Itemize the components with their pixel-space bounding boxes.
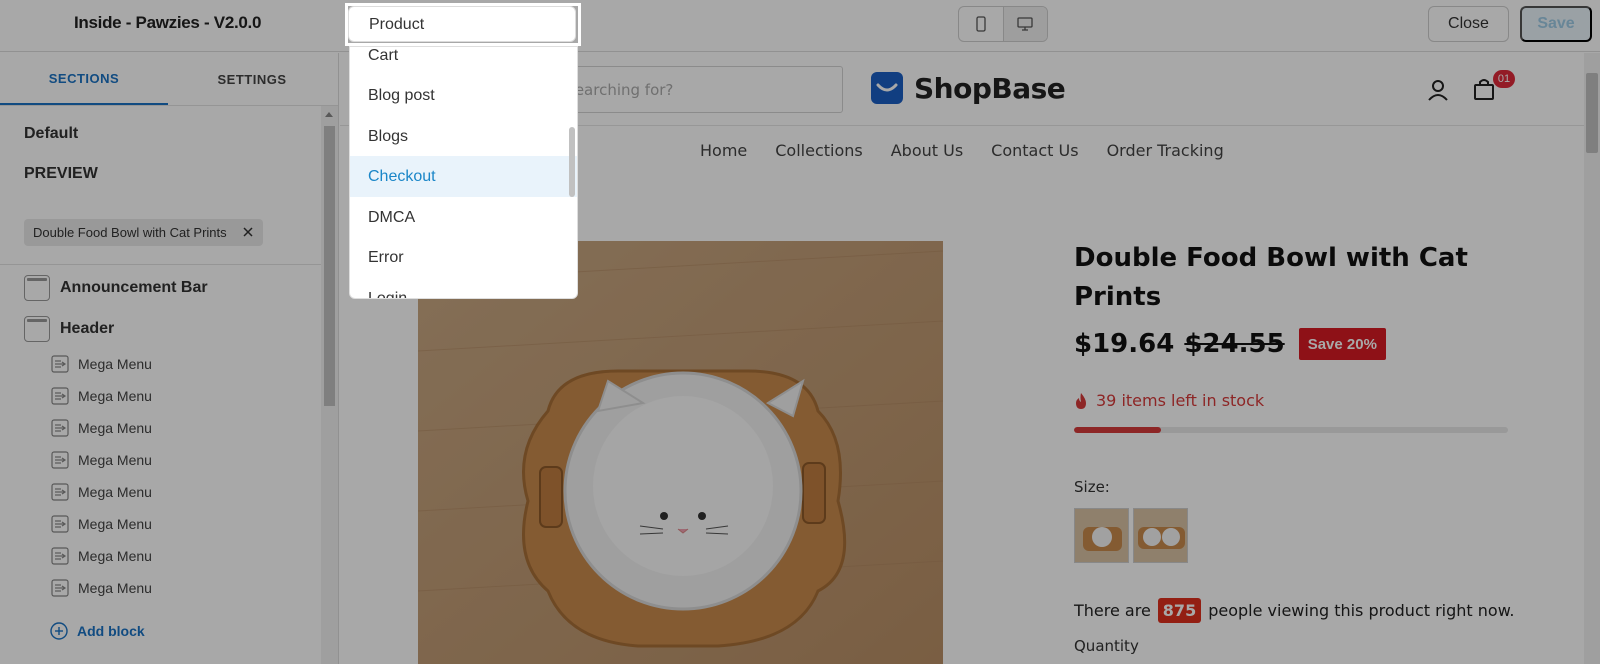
- menu-scroll-thumb[interactable]: [569, 127, 575, 197]
- menu-item-checkout[interactable]: Checkout: [350, 156, 577, 197]
- page-select-menu: Cart Blog post Blogs Checkout DMCA Error…: [349, 46, 578, 299]
- menu-item-error[interactable]: Error: [350, 237, 577, 278]
- dropdown-backdrop[interactable]: [0, 0, 1600, 664]
- page-select[interactable]: Product: [348, 6, 576, 42]
- menu-item-cart[interactable]: Cart: [350, 47, 577, 76]
- menu-item-dmca[interactable]: DMCA: [350, 197, 577, 238]
- menu-item-blogs[interactable]: Blogs: [350, 116, 577, 157]
- menu-item-login[interactable]: Login: [350, 278, 577, 299]
- menu-item-blog-post[interactable]: Blog post: [350, 75, 577, 116]
